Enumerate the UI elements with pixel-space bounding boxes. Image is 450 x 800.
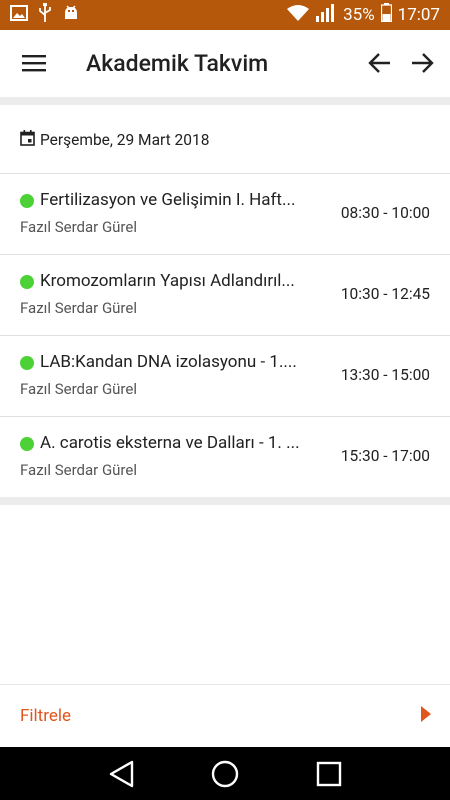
event-title: Kromozomların Yapısı Adlandırıl... xyxy=(40,271,295,291)
arrow-left-icon[interactable] xyxy=(368,52,392,74)
event-time: 15:30 - 17:00 xyxy=(340,447,430,465)
status-dot xyxy=(20,194,34,208)
event-title: Fertilizasyon ve Gelişimin I. Haft... xyxy=(40,190,296,210)
event-author: Fazıl Serdar Gürel xyxy=(20,461,137,479)
back-icon[interactable] xyxy=(108,760,134,788)
list-bottom-divider xyxy=(0,497,450,505)
date-header: Perşembe, 29 Mart 2018 xyxy=(20,130,209,150)
event-list: Fertilizasyon ve Gelişimin I. Haft... Fa… xyxy=(0,173,450,497)
calendar-icon xyxy=(20,130,35,150)
filter-label: Filtrele xyxy=(20,706,71,726)
signal-icon xyxy=(315,3,335,27)
recents-icon[interactable] xyxy=(316,761,342,787)
top-divider xyxy=(0,97,450,105)
event-title: A. carotis eksterna ve Dalları - 1. ... xyxy=(40,433,300,453)
event-author: Fazıl Serdar Gürel xyxy=(20,299,137,317)
list-item[interactable]: Fertilizasyon ve Gelişimin I. Haft... Fa… xyxy=(0,173,450,254)
battery-icon xyxy=(380,3,392,27)
arrow-right-icon[interactable] xyxy=(410,52,434,74)
menu-icon[interactable] xyxy=(22,54,46,72)
wifi-icon xyxy=(287,4,310,27)
date-text: Perşembe, 29 Mart 2018 xyxy=(40,131,210,149)
event-author: Fazıl Serdar Gürel xyxy=(20,380,137,398)
list-item[interactable]: A. carotis eksterna ve Dalları - 1. ... … xyxy=(0,416,450,497)
status-dot xyxy=(20,275,34,289)
list-item[interactable]: LAB:Kandan DNA izolasyonu - 1.... Fazıl … xyxy=(0,335,450,416)
android-debug-icon xyxy=(62,4,80,26)
list-item[interactable]: Kromozomların Yapısı Adlandırıl... Fazıl… xyxy=(0,254,450,335)
clock-time: 17:07 xyxy=(397,5,440,25)
app-bar: Akademik Takvim xyxy=(0,30,450,96)
image-icon xyxy=(10,4,28,26)
event-time: 08:30 - 10:00 xyxy=(340,204,430,222)
event-time: 13:30 - 15:00 xyxy=(340,366,430,384)
event-title: LAB:Kandan DNA izolasyonu - 1.... xyxy=(40,352,297,372)
filter-button[interactable]: Filtrele xyxy=(0,685,450,747)
system-nav-bar xyxy=(0,747,450,800)
status-bar: 35% 17:07 xyxy=(0,0,450,30)
play-arrow-icon xyxy=(420,705,432,727)
usb-icon xyxy=(38,3,52,27)
status-dot xyxy=(20,356,34,370)
event-time: 10:30 - 12:45 xyxy=(340,285,430,303)
date-navigation xyxy=(368,52,434,74)
status-bar-right: 35% 17:07 xyxy=(287,3,440,27)
status-bar-left xyxy=(10,3,80,27)
page-title: Akademik Takvim xyxy=(86,49,269,77)
home-icon[interactable] xyxy=(211,760,239,788)
status-dot xyxy=(20,437,34,451)
battery-percentage: 35% xyxy=(343,5,375,25)
event-author: Fazıl Serdar Gürel xyxy=(20,218,137,236)
